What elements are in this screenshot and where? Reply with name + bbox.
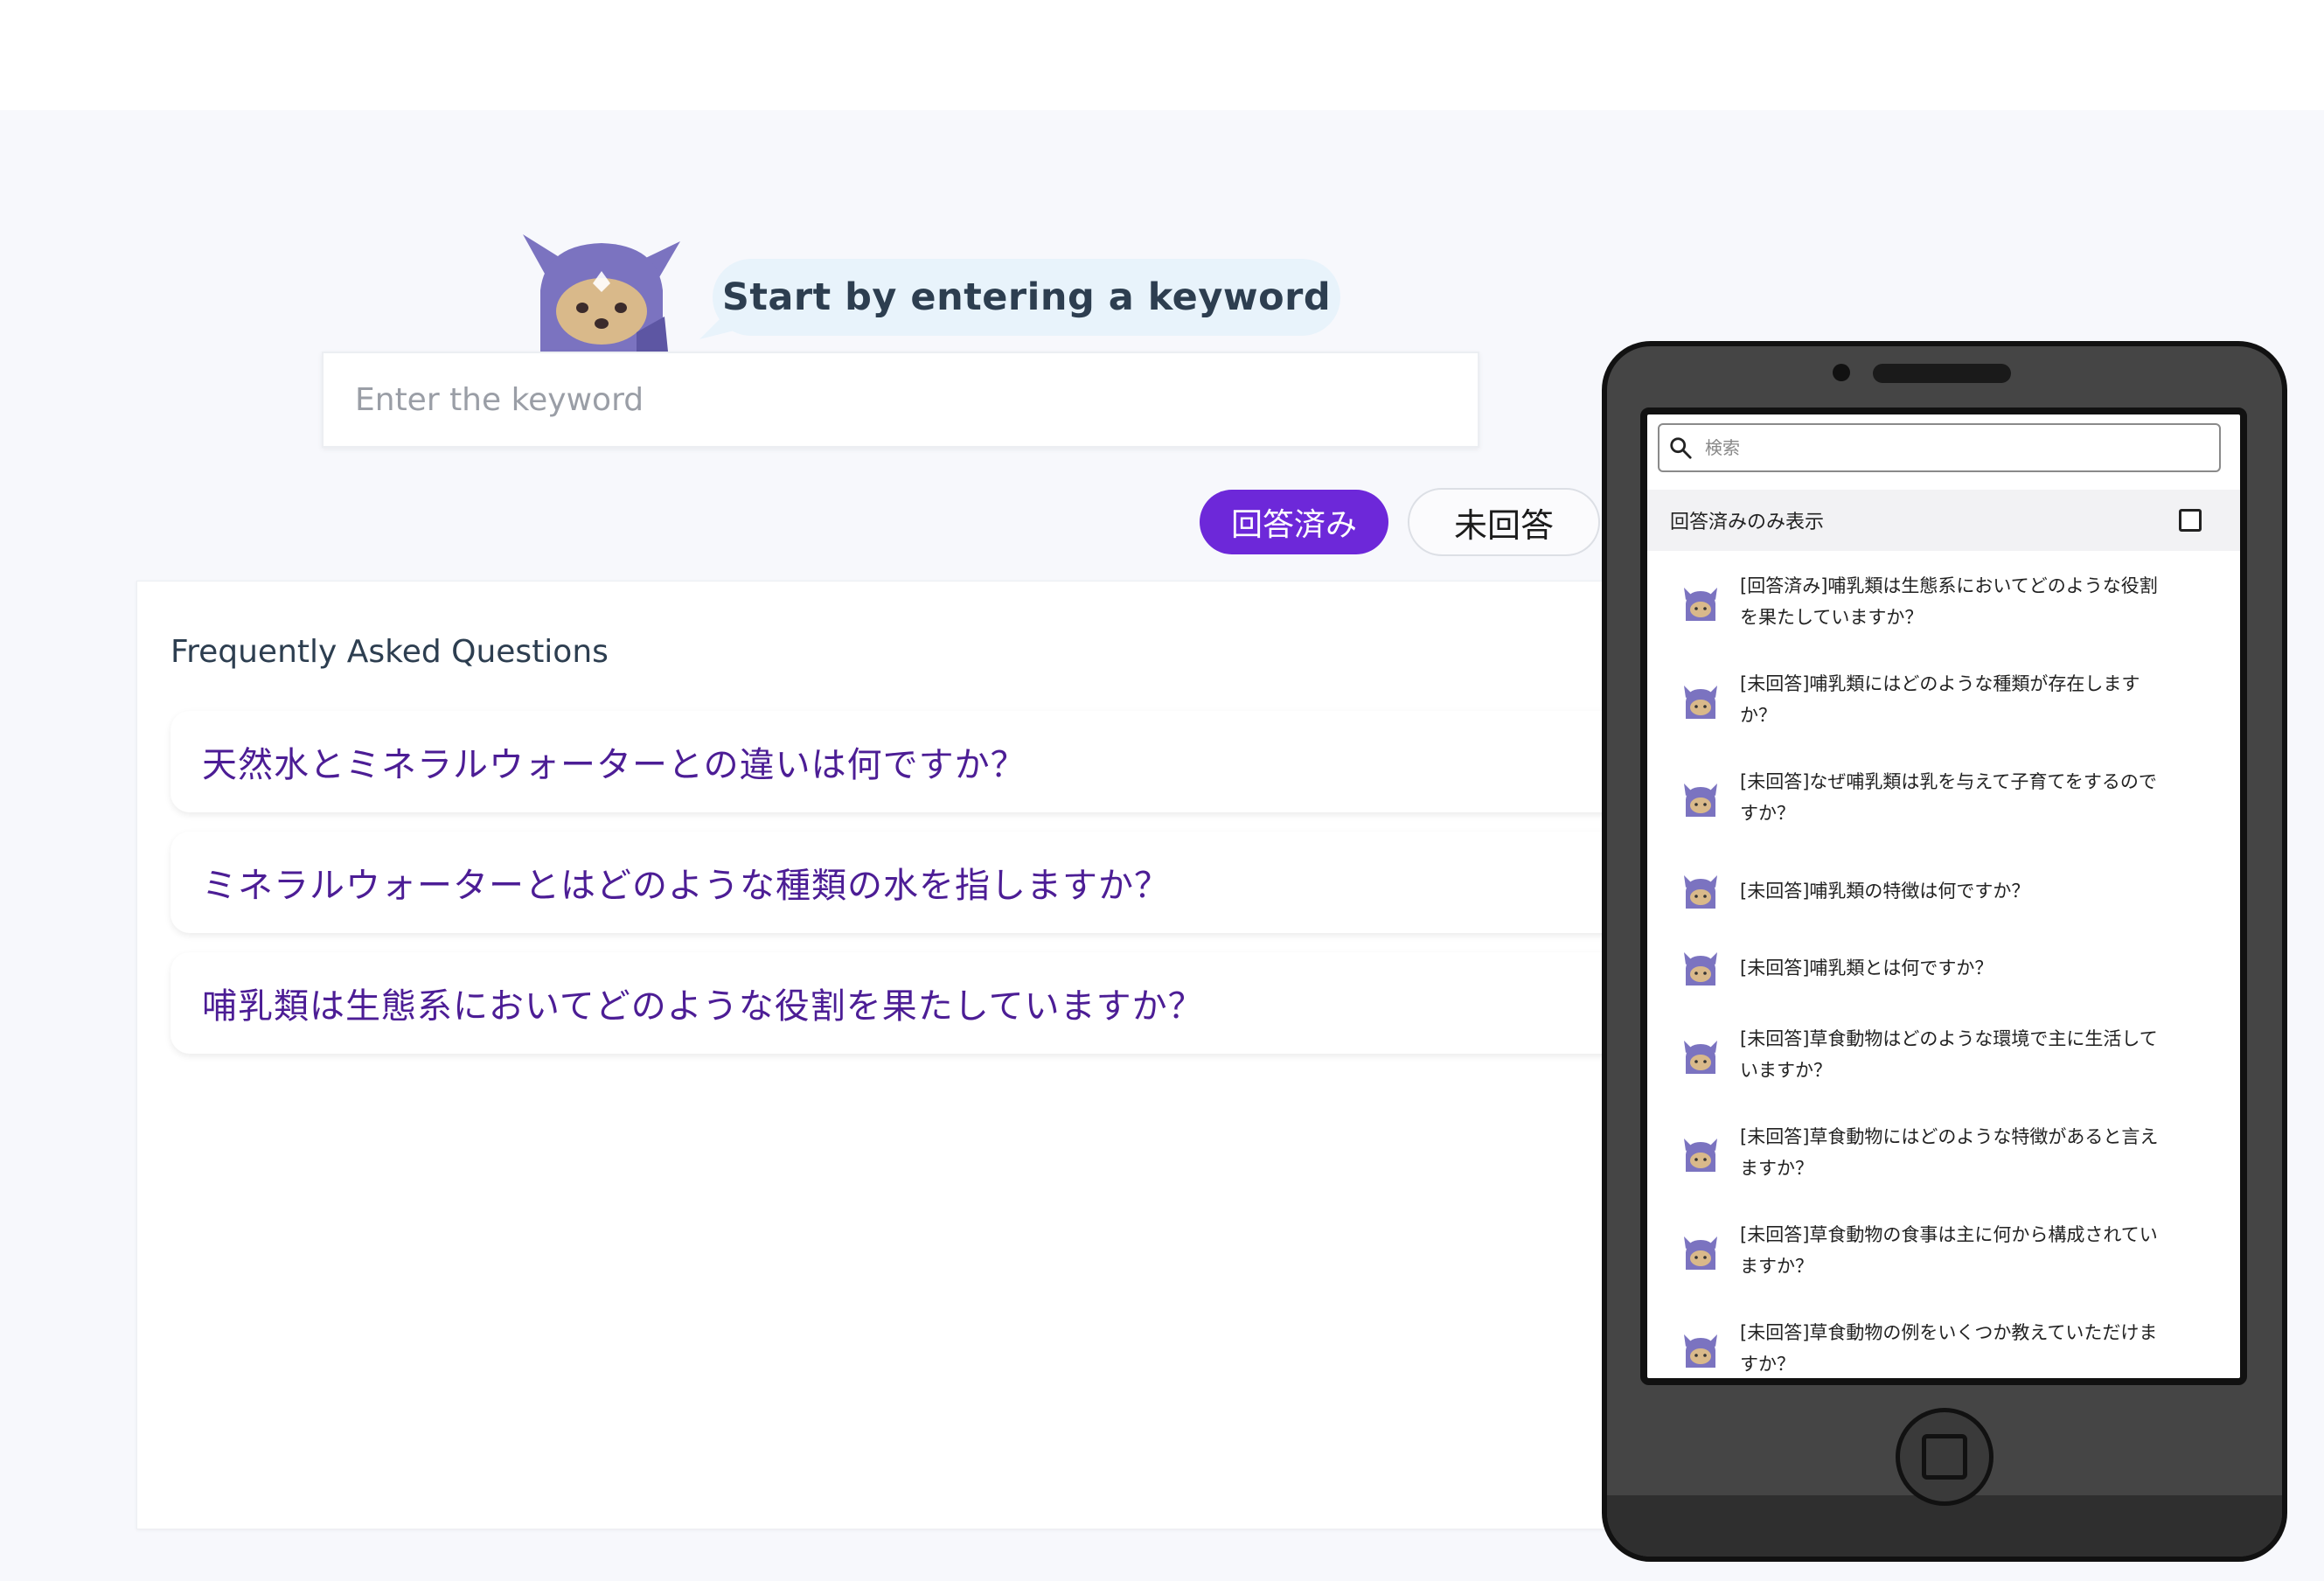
mascot-icon bbox=[523, 234, 680, 352]
mascot-avatar-icon bbox=[1684, 784, 1717, 817]
mascot-avatar-icon bbox=[1684, 1139, 1717, 1172]
list-item-line: [未回答]草食動物はどのような環境で主に生活して bbox=[1740, 1028, 2158, 1049]
phone-mockup: 回答済みのみ表示 [回答済み]哺乳類は生態系においてどのような役割を果たしていま… bbox=[1602, 341, 2287, 1562]
prompt-bubble: Start by entering a keyword bbox=[713, 259, 1340, 336]
home-square-icon bbox=[1922, 1434, 1967, 1480]
phone-home-button[interactable] bbox=[1896, 1408, 1993, 1506]
list-item-line: ますか？ bbox=[1740, 1158, 1813, 1179]
top-bar bbox=[0, 0, 2324, 110]
answered-filter-button[interactable]: 回答済み bbox=[1200, 490, 1388, 554]
answered-only-filter-row[interactable]: 回答済みのみ表示 bbox=[1647, 490, 2240, 551]
list-item-line: すか？ bbox=[1740, 803, 1795, 824]
list-item[interactable]: [未回答]哺乳類とは何ですか？ bbox=[1647, 937, 2240, 999]
mascot-avatar-icon bbox=[1684, 1041, 1717, 1074]
list-item-line: いますか？ bbox=[1740, 1060, 1832, 1081]
list-item[interactable]: [未回答]草食動物の例をいくつか教えていただけま すか？ bbox=[1647, 1305, 2240, 1378]
list-item[interactable]: [未回答]草食動物はどのような環境で主に生活して いますか？ bbox=[1647, 1011, 2240, 1102]
phone-search-box bbox=[1658, 423, 2221, 472]
phone-screen: 回答済みのみ表示 [回答済み]哺乳類は生態系においてどのような役割を果たしていま… bbox=[1640, 407, 2247, 1385]
answered-only-label: 回答済みのみ表示 bbox=[1670, 512, 1825, 533]
list-item-line: か？ bbox=[1740, 705, 1777, 726]
list-item-line: ますか？ bbox=[1740, 1256, 1813, 1277]
list-item-line: を果たしていますか？ bbox=[1740, 607, 1924, 628]
list-item-line: [未回答]草食動物にはどのような特徴があると言え bbox=[1740, 1126, 2159, 1147]
list-item-line: [未回答]哺乳類の特徴は何ですか？ bbox=[1740, 881, 2030, 902]
faq-item[interactable]: ミネラルウォーターとはどのような種類の水を指しますか？ bbox=[170, 832, 1657, 933]
phone-search-input[interactable] bbox=[1705, 437, 2219, 458]
faq-item[interactable]: 哺乳類は生態系においてどのような役割を果たしていますか？ bbox=[170, 952, 1657, 1054]
faq-panel: Frequently Asked Questions 天然水とミネラルウォーター… bbox=[136, 581, 1657, 1529]
phone-camera bbox=[1833, 364, 1850, 381]
list-item-line: [未回答]哺乳類とは何ですか？ bbox=[1740, 958, 1993, 979]
mascot-avatar-icon bbox=[1684, 1334, 1717, 1368]
faq-question: 天然水とミネラルウォーターとの違いは何ですか？ bbox=[202, 745, 1026, 785]
list-item[interactable]: [未回答]哺乳類にはどのような種類が存在します か？ bbox=[1647, 656, 2240, 747]
keyword-search-box bbox=[322, 352, 1479, 448]
faq-question: 哺乳類は生態系においてどのような役割を果たしていますか？ bbox=[202, 986, 1204, 1027]
list-item[interactable]: [未回答]草食動物にはどのような特徴があると言え ますか？ bbox=[1647, 1109, 2240, 1200]
mascot-avatar-icon bbox=[1684, 588, 1717, 621]
search-icon bbox=[1670, 437, 1692, 459]
faq-title: Frequently Asked Questions bbox=[170, 634, 609, 670]
faq-item[interactable]: 天然水とミネラルウォーターとの違いは何ですか？ bbox=[170, 711, 1657, 812]
list-item-line: [未回答]なぜ哺乳類は乳を与えて子育てをするので bbox=[1740, 771, 2157, 792]
mascot-avatar-icon bbox=[1684, 952, 1717, 986]
keyword-input[interactable] bbox=[355, 353, 1478, 446]
faq-question: ミネラルウォーターとはどのような種類の水を指しますか？ bbox=[202, 866, 1170, 906]
list-item-line: [回答済み]哺乳類は生態系においてどのような役割 bbox=[1740, 575, 2158, 596]
list-item-line: [未回答]草食動物の例をいくつか教えていただけま bbox=[1740, 1322, 2158, 1343]
list-item[interactable]: [未回答]草食動物の食事は主に何から構成されてい ますか？ bbox=[1647, 1207, 2240, 1298]
list-item-line: [未回答]哺乳類にはどのような種類が存在します bbox=[1740, 673, 2140, 694]
list-item[interactable]: [未回答]なぜ哺乳類は乳を与えて子育てをするので すか？ bbox=[1647, 754, 2240, 845]
list-item-line: [未回答]草食動物の食事は主に何から構成されてい bbox=[1740, 1224, 2158, 1245]
answered-only-checkbox[interactable] bbox=[2179, 509, 2202, 532]
mascot-avatar-icon bbox=[1684, 875, 1717, 909]
mascot-avatar-icon bbox=[1684, 1236, 1717, 1270]
phone-speaker bbox=[1873, 364, 2011, 383]
list-item[interactable]: [回答済み]哺乳類は生態系においてどのような役割 を果たしていますか？ bbox=[1647, 558, 2240, 649]
unanswered-filter-button[interactable]: 未回答 bbox=[1408, 488, 1600, 556]
list-item[interactable]: [未回答]哺乳類の特徴は何ですか？ bbox=[1647, 860, 2240, 922]
list-item-line: すか？ bbox=[1740, 1354, 1795, 1375]
mascot-avatar-icon bbox=[1684, 686, 1717, 719]
